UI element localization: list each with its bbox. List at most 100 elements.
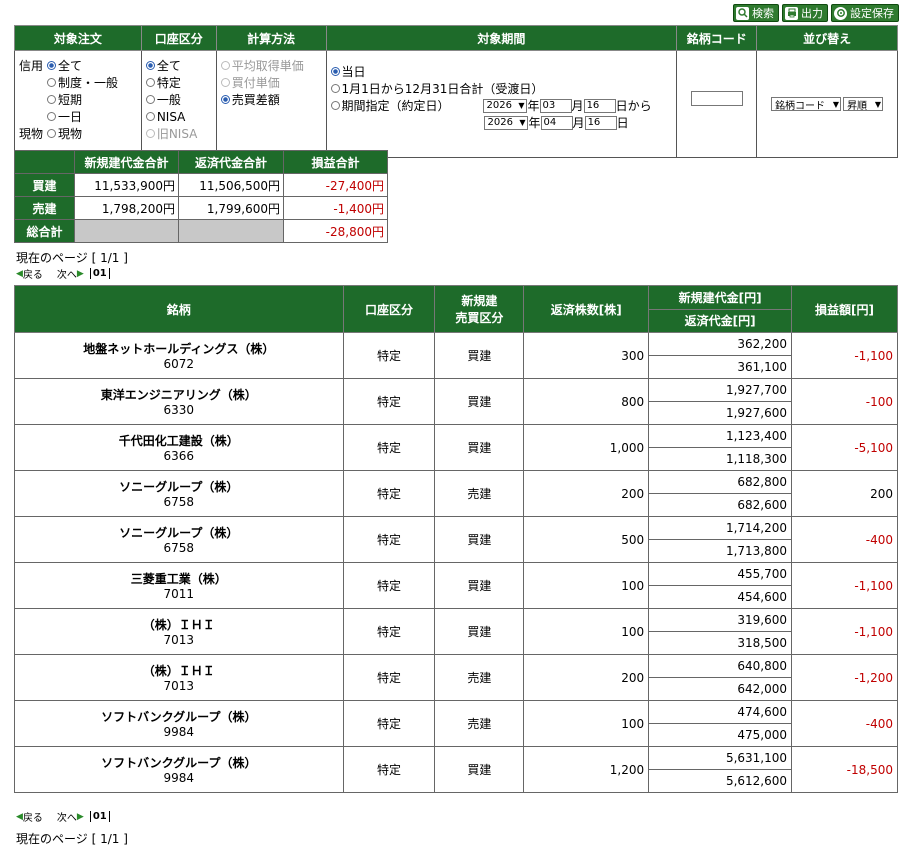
table-row: 地盤ネットホールディングス（株） 6072 特定 買建 300 362,200 -1,100 bbox=[14, 332, 898, 379]
stock-code: 9984 bbox=[163, 771, 195, 785]
table-row: （株）ＩＨＩ 7013 特定 買建 100 319,600 -1,100 bbox=[14, 608, 898, 655]
header-stock-code: 銘柄コード bbox=[676, 25, 758, 51]
toolbar: 検索 出力 設定保存 bbox=[733, 4, 899, 22]
account-cell: 特定 bbox=[342, 378, 436, 425]
chevron-down-icon: ▼ bbox=[874, 99, 882, 109]
from-month-input[interactable]: 03 bbox=[539, 98, 572, 113]
summary-row-total: 総合計 -28,800円 bbox=[14, 219, 388, 243]
chevron-down-icon: ▼ bbox=[519, 118, 526, 127]
summary-header-return: 返済代金合計 bbox=[178, 150, 284, 174]
order-radio-standard[interactable] bbox=[47, 78, 56, 87]
sort-order-select[interactable]: 昇順 ▼ bbox=[843, 97, 884, 112]
pl-cell: -18,500 bbox=[791, 746, 898, 793]
order-radio-day[interactable] bbox=[47, 112, 56, 121]
pager-bottom: ◀ 戻る 次へ ▶ 01 bbox=[16, 809, 110, 824]
to-month-input[interactable]: 04 bbox=[540, 115, 573, 130]
settings-icon bbox=[834, 6, 847, 20]
account-radio-nisa[interactable] bbox=[145, 112, 155, 121]
save-settings-button[interactable]: 設定保存 bbox=[831, 4, 899, 22]
from-month-label: 月 bbox=[571, 99, 584, 113]
pl-cell: -100 bbox=[791, 378, 898, 425]
prev-link-bottom[interactable]: 戻る bbox=[23, 809, 43, 824]
header-account-type: 口座区分 bbox=[140, 25, 217, 51]
stock-code: 7011 bbox=[163, 587, 195, 601]
sort-order-value: 昇順 bbox=[847, 100, 868, 112]
summary-sell-pl: -1,400円 bbox=[283, 196, 388, 220]
table-row: ソニーグループ（株） 6758 特定 売建 200 682,800 200 bbox=[14, 470, 898, 517]
summary-sell-new: 1,798,200円 bbox=[74, 196, 179, 220]
summary-total-return bbox=[178, 219, 284, 243]
stock-cell: 三菱重工業（株） 7011 bbox=[14, 562, 344, 609]
method-option-average: 平均取得単価 bbox=[231, 59, 304, 73]
page-number-bottom[interactable]: 01 bbox=[89, 811, 110, 822]
to-year-label: 年 bbox=[528, 116, 541, 130]
prev-arrow-icon: ◀ bbox=[16, 811, 23, 822]
account-radio-general[interactable] bbox=[145, 95, 155, 104]
stock-cell: ソニーグループ（株） 6758 bbox=[14, 516, 344, 563]
qty-cell: 200 bbox=[523, 470, 650, 517]
period-radio-range[interactable] bbox=[330, 101, 340, 110]
table-row: ソフトバンクグループ（株） 9984 特定 売建 100 474,600 -400 bbox=[14, 700, 898, 747]
order-radio-spot[interactable] bbox=[47, 129, 56, 138]
pl-cell: 200 bbox=[791, 470, 898, 517]
method-radio-purchase[interactable] bbox=[220, 78, 230, 87]
summary-total-new bbox=[74, 219, 179, 243]
return-amount-cell: 1,927,600 bbox=[648, 401, 793, 425]
target-period-cell: 当日 1月1日から12月31日合計（受渡日） 期間指定（約定日） 2026 ▼ 年 … bbox=[325, 50, 678, 158]
side-cell: 売建 bbox=[434, 700, 525, 747]
next-link-top[interactable]: 次へ bbox=[57, 266, 77, 281]
return-amount-cell: 682,600 bbox=[648, 493, 793, 517]
account-type-cell: 全て 特定 一般 NISA 旧NISA bbox=[140, 50, 217, 158]
qty-cell: 300 bbox=[523, 332, 650, 379]
from-day-input[interactable]: 16 bbox=[583, 98, 616, 113]
period-option-today: 当日 bbox=[341, 65, 366, 79]
stock-cell: ソフトバンクグループ（株） 9984 bbox=[14, 700, 344, 747]
order-radio-all[interactable] bbox=[47, 61, 56, 70]
return-amount-cell: 5,612,600 bbox=[648, 769, 793, 793]
to-day-input[interactable]: 16 bbox=[584, 115, 617, 130]
to-month-label: 月 bbox=[572, 116, 585, 130]
sort-field-select[interactable]: 銘柄コード ▼ bbox=[771, 97, 842, 112]
table-row: ソフトバンクグループ（株） 9984 特定 買建 1,200 5,631,100 -18,5… bbox=[14, 746, 898, 793]
header-calc-method: 計算方法 bbox=[215, 25, 327, 51]
account-radio-specific[interactable] bbox=[145, 78, 155, 87]
period-radio-today[interactable] bbox=[330, 67, 340, 76]
order-option-all: 全て bbox=[58, 59, 83, 73]
output-button[interactable]: 出力 bbox=[782, 4, 828, 22]
prev-arrow-icon: ◀ bbox=[16, 268, 23, 279]
return-amount-cell: 642,000 bbox=[648, 677, 793, 701]
spot-label: 現物 bbox=[19, 127, 44, 141]
stock-name: ソフトバンクグループ（株） bbox=[101, 756, 257, 770]
search-button[interactable]: 検索 bbox=[733, 4, 779, 22]
stock-cell: （株）ＩＨＩ 7013 bbox=[14, 654, 344, 701]
table-row: ソニーグループ（株） 6758 特定 買建 500 1,714,200 -400 bbox=[14, 516, 898, 563]
to-year-select[interactable]: 2026 ▼ bbox=[483, 115, 528, 130]
stock-code: 9984 bbox=[163, 725, 195, 739]
stock-code-input[interactable] bbox=[690, 91, 743, 106]
account-cell: 特定 bbox=[342, 562, 436, 609]
stock-cell: 東洋エンジニアリング（株） 6330 bbox=[14, 378, 344, 425]
period-radio-yearly[interactable] bbox=[330, 84, 340, 93]
return-amount-cell: 454,600 bbox=[648, 585, 793, 609]
method-radio-average[interactable] bbox=[220, 61, 230, 70]
stock-code: 7013 bbox=[163, 679, 195, 693]
page-number-top[interactable]: 01 bbox=[89, 268, 110, 279]
stock-name: 地盤ネットホールディングス（株） bbox=[83, 342, 275, 356]
account-cell: 特定 bbox=[342, 424, 436, 471]
sort-cell: 銘柄コード ▼ 昇順 ▼ bbox=[756, 50, 898, 158]
order-radio-short[interactable] bbox=[47, 95, 56, 104]
method-option-difference: 売買差額 bbox=[231, 93, 280, 107]
new-amount-cell: 1,927,700 bbox=[648, 378, 793, 402]
stock-cell: ソニーグループ（株） 6758 bbox=[14, 470, 344, 517]
account-radio-all[interactable] bbox=[145, 61, 155, 70]
from-year-select[interactable]: 2026 ▼ bbox=[482, 98, 527, 113]
next-link-bottom[interactable]: 次へ bbox=[57, 809, 77, 824]
period-option-yearly: 1月1日から12月31日合計（受渡日） bbox=[341, 82, 544, 96]
account-cell: 特定 bbox=[342, 332, 436, 379]
side-cell: 買建 bbox=[434, 424, 525, 471]
prev-link-top[interactable]: 戻る bbox=[23, 266, 43, 281]
account-radio-old-nisa[interactable] bbox=[145, 129, 155, 138]
sort-field-value: 銘柄コード bbox=[775, 100, 826, 112]
method-radio-difference[interactable] bbox=[220, 95, 230, 104]
new-amount-cell: 1,714,200 bbox=[648, 516, 793, 540]
